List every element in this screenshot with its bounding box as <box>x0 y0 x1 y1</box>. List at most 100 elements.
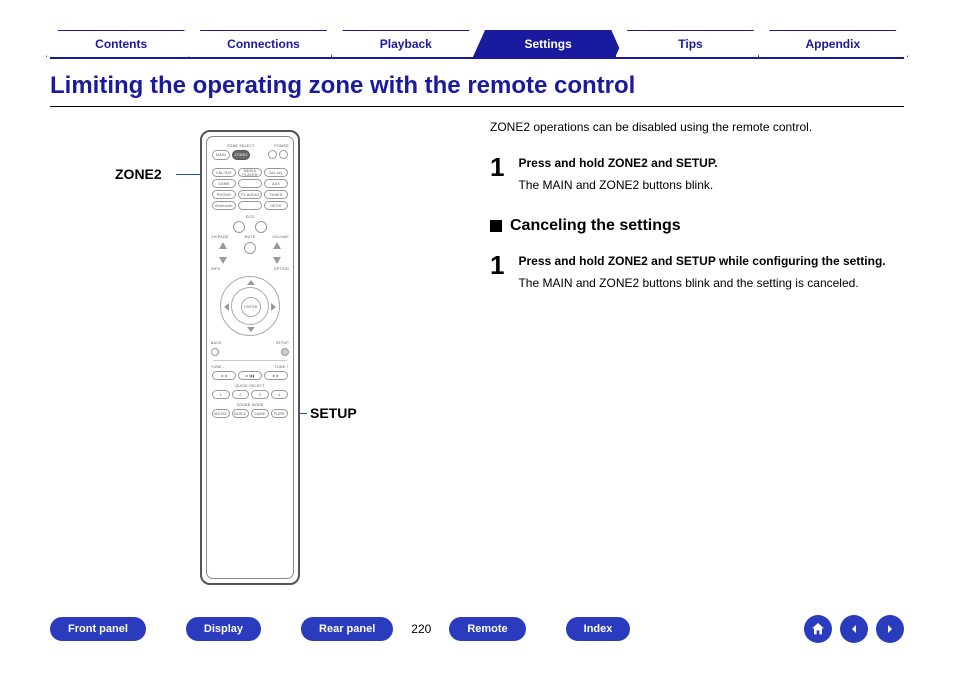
remote-text-mute: MUTE <box>237 235 263 239</box>
remote-text-info: INFO <box>211 267 250 271</box>
remote-text-chpage: CH/PAGE <box>211 235 237 239</box>
remote-btn-eco1 <box>233 221 245 233</box>
remote-text-back: BACK <box>211 341 250 345</box>
remote-arrow-right-icon <box>271 303 276 311</box>
remote-label-zone2: ZONE2 <box>234 153 247 157</box>
remote-btn-sm1: MOVIE <box>212 409 230 418</box>
remote-btn-bluray: Blu-ray <box>264 168 288 177</box>
remote-btn-sm2: MUSIC <box>232 409 250 418</box>
remote-chpage-up-icon <box>219 242 227 249</box>
cancel-step-1: 1 Press and hold ZONE2 and SETUP while c… <box>490 252 904 292</box>
remote-btn-blank1 <box>238 179 262 188</box>
prev-icon[interactable] <box>840 615 868 643</box>
home-icon[interactable] <box>804 615 832 643</box>
step-1-number: 1 <box>490 154 504 194</box>
remote-label-qs1: 1 <box>220 393 222 397</box>
remote-label-sm-pure: PURE <box>274 412 285 416</box>
remote-btn-sm3: GAME <box>251 409 269 418</box>
remote-dpad: ENTER <box>220 276 280 336</box>
remote-btn-blank2 <box>238 201 262 210</box>
remote-label-qs3: 3 <box>259 393 261 397</box>
remote-label-heos: HEOS <box>270 204 281 208</box>
subheading-text: Canceling the settings <box>510 214 681 238</box>
subheading-cancel: Canceling the settings <box>490 214 904 238</box>
tab-contents[interactable]: Contents <box>46 30 196 57</box>
remote-btn-tvaudio: TV AUDIO <box>238 190 262 199</box>
nav-display[interactable]: Display <box>186 617 261 641</box>
remote-btn-sm4: PURE <box>271 409 289 418</box>
remote-label-qs2: 2 <box>239 393 241 397</box>
remote-control-outline: ZONE SELECT POWER MAIN ZONE2 CBL/SAT MED… <box>200 130 300 585</box>
next-icon[interactable] <box>876 615 904 643</box>
tab-settings[interactable]: Settings <box>473 30 623 57</box>
remote-btn-bluetooth: Bluetooth <box>212 201 236 210</box>
remote-text-zone-select: ZONE SELECT <box>211 144 271 148</box>
step-1: 1 Press and hold ZONE2 and SETUP. The MA… <box>490 154 904 194</box>
remote-volume-up-icon <box>273 242 281 249</box>
nav-index[interactable]: Index <box>566 617 631 641</box>
nav-remote[interactable]: Remote <box>449 617 525 641</box>
nav-rear-panel[interactable]: Rear panel <box>301 617 393 641</box>
content-column: ZONE2 operations can be disabled using t… <box>490 118 904 312</box>
step-1-title: Press and hold ZONE2 and SETUP. <box>518 154 717 172</box>
tab-playback[interactable]: Playback <box>331 30 481 57</box>
remote-btn-main: MAIN <box>212 150 230 160</box>
remote-label-tvaudio: TV AUDIO <box>241 193 260 197</box>
nav-front-panel[interactable]: Front panel <box>50 617 146 641</box>
step-1-body: The MAIN and ZONE2 buttons blink. <box>518 176 717 194</box>
remote-btn-game: GAME <box>212 179 236 188</box>
remote-btn-qs1: 1 <box>212 390 230 399</box>
remote-btn-power-off <box>279 150 288 159</box>
remote-label-sm-music: MUSIC <box>234 412 247 416</box>
remote-label-media: MEDIA PLAYER <box>239 169 261 177</box>
remote-label-bluetooth: Bluetooth <box>215 204 233 208</box>
remote-btn-next: ►► <box>264 371 288 380</box>
cancel-step-1-number: 1 <box>490 252 504 292</box>
square-bullet-icon <box>490 220 502 232</box>
remote-text-tune-minus: TUNE - <box>211 365 224 369</box>
cancel-step-1-body: The MAIN and ZONE2 buttons blink and the… <box>518 274 885 292</box>
remote-diagram: ZONE2 SETUP ZONE SELECT POWER MAIN ZONE2… <box>100 130 460 590</box>
remote-btn-zone2: ZONE2 <box>232 150 250 160</box>
remote-btn-tuner: TUNER <box>264 190 288 199</box>
remote-chpage-down-icon <box>219 257 227 264</box>
remote-btn-qs2: 2 <box>232 390 250 399</box>
cancel-step-1-title: Press and hold ZONE2 and SETUP while con… <box>518 252 885 270</box>
remote-text-tune-plus: TUNE + <box>275 365 289 369</box>
top-tabs: Contents Connections Playback Settings T… <box>50 30 904 59</box>
remote-label-phono: PHONO <box>217 193 231 197</box>
remote-text-option: OPTION <box>250 267 289 271</box>
remote-label-sm-movie: MOVIE <box>214 412 227 416</box>
remote-inner: ZONE SELECT POWER MAIN ZONE2 CBL/SAT MED… <box>206 136 294 579</box>
remote-label-cblsat: CBL/SAT <box>216 171 232 175</box>
remote-label-aux: AUX <box>272 182 280 186</box>
remote-label-bluray: Blu-ray <box>269 171 282 175</box>
remote-btn-heos: HEOS <box>264 201 288 210</box>
remote-btn-setup <box>281 348 289 356</box>
tab-appendix[interactable]: Appendix <box>758 30 908 57</box>
callout-setup: SETUP <box>310 405 357 421</box>
remote-text-quickselect: QUICK SELECT <box>211 384 289 388</box>
remote-label-qs4: 4 <box>278 393 280 397</box>
bottom-nav: Front panel Display Rear panel 220 Remot… <box>50 615 904 643</box>
remote-label-enter: ENTER <box>244 305 257 309</box>
remote-label-main: MAIN <box>216 153 226 157</box>
remote-arrow-down-icon <box>247 327 255 332</box>
remote-label-tuner: TUNER <box>269 193 283 197</box>
remote-btn-aux: AUX <box>264 179 288 188</box>
remote-btn-cblsat: CBL/SAT <box>212 168 236 177</box>
remote-arrow-up-icon <box>247 280 255 285</box>
remote-btn-playpause: ►/▮▮ <box>238 371 262 380</box>
tab-connections[interactable]: Connections <box>188 30 338 57</box>
remote-btn-qs4: 4 <box>271 390 289 399</box>
remote-arrow-left-icon <box>224 303 229 311</box>
remote-text-soundmode: SOUND MODE <box>211 403 289 407</box>
tab-tips[interactable]: Tips <box>615 30 765 57</box>
remote-btn-power-on <box>268 150 277 159</box>
remote-btn-media: MEDIA PLAYER <box>238 168 262 177</box>
remote-btn-back <box>211 348 219 356</box>
remote-text-setup: SETUP <box>250 341 289 345</box>
remote-btn-qs3: 3 <box>251 390 269 399</box>
remote-label-sm-game: GAME <box>254 412 266 416</box>
remote-btn-prev: ◄◄ <box>212 371 236 380</box>
